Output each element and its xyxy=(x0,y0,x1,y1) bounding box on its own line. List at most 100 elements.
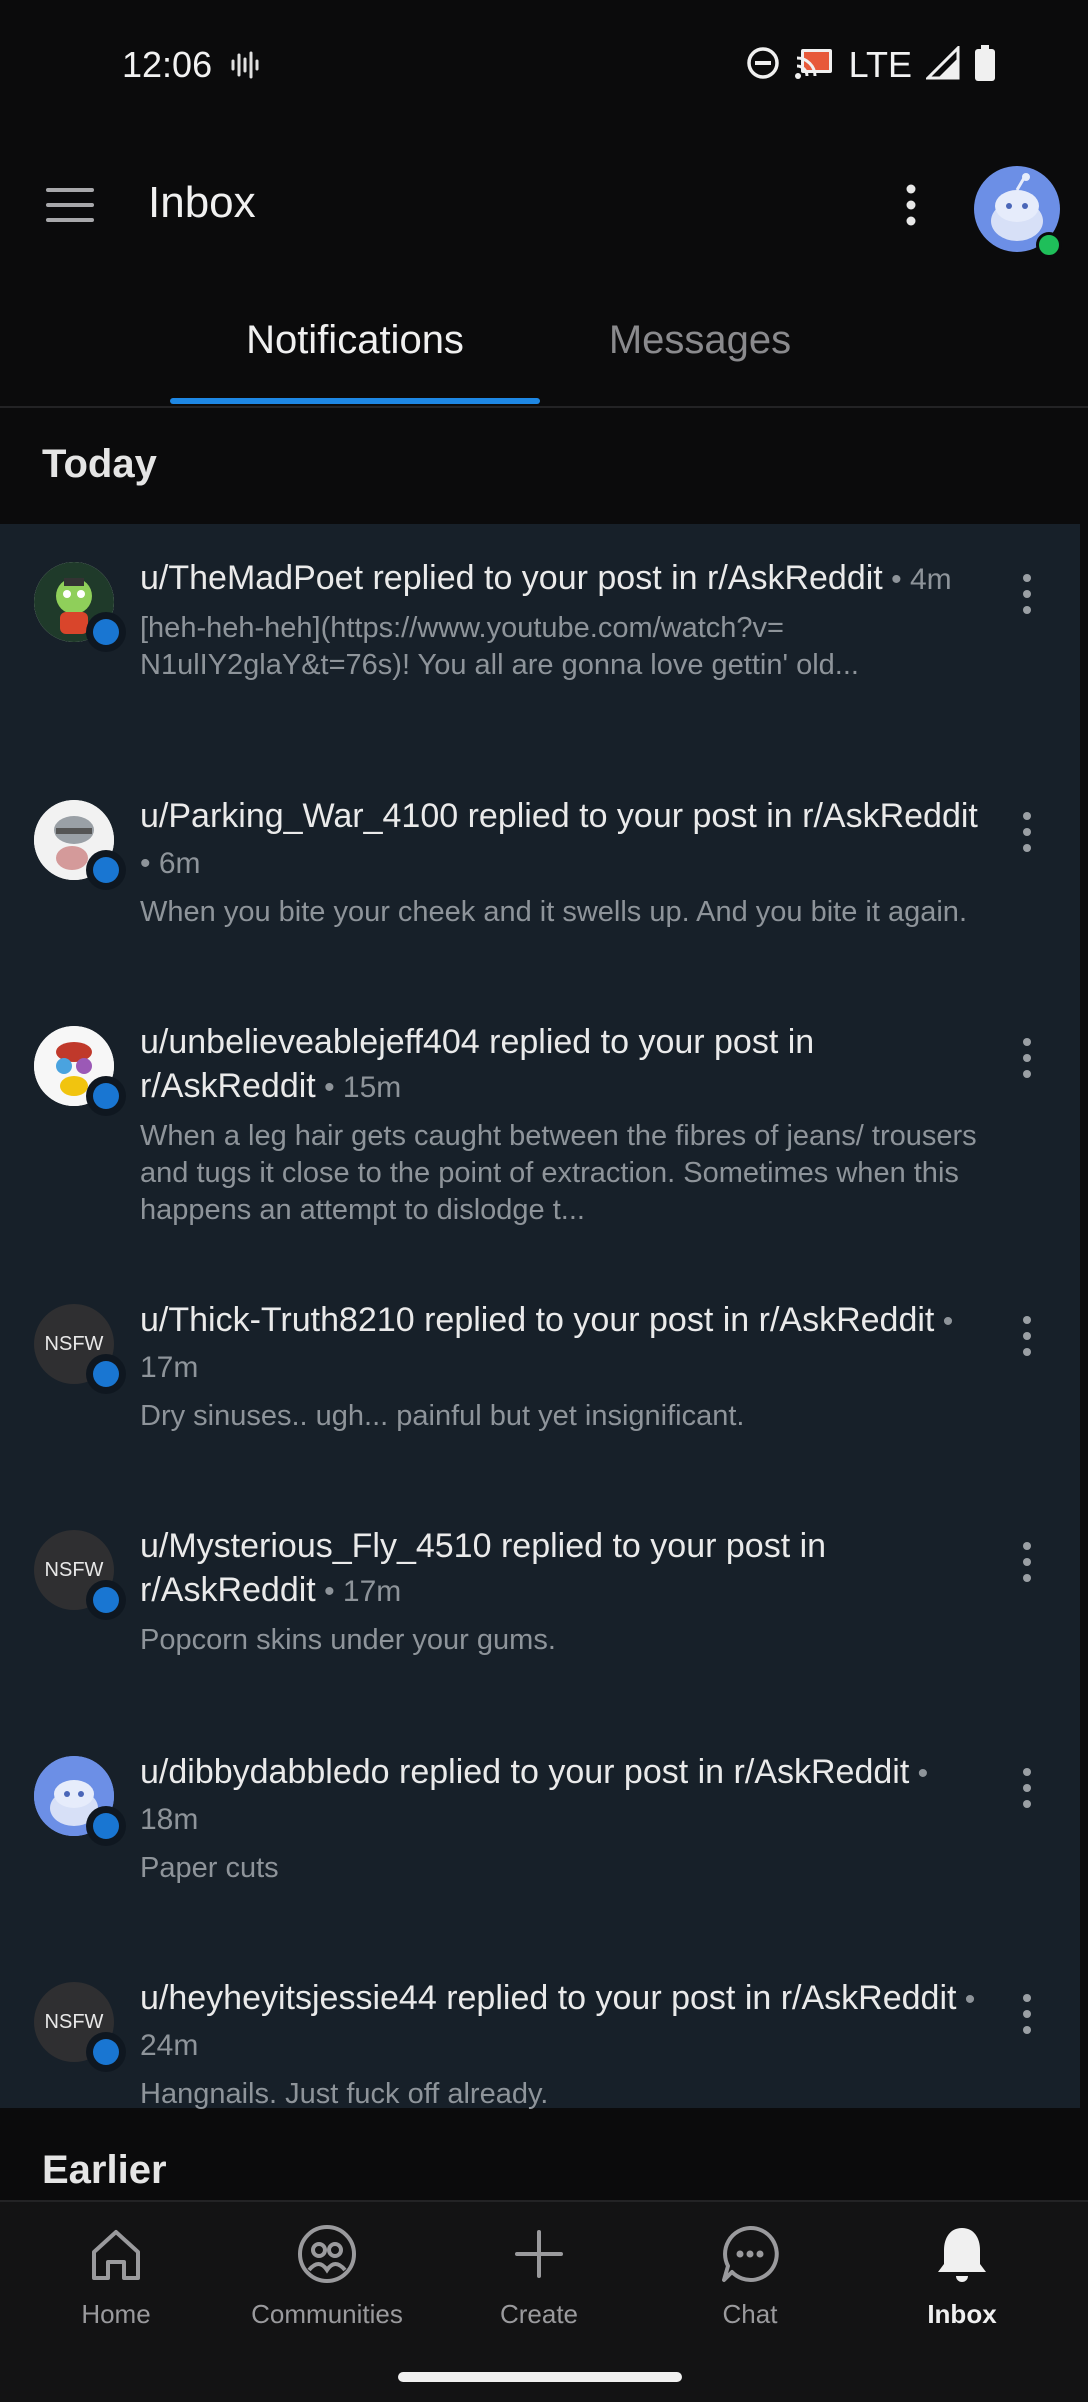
user-avatar[interactable] xyxy=(34,1026,126,1116)
gesture-home-indicator[interactable] xyxy=(398,2372,682,2382)
notification-snippet: Dry sinuses.. ugh... painful but yet ins… xyxy=(140,1400,745,1432)
nav-home[interactable]: Home xyxy=(26,2222,206,2330)
signal-icon xyxy=(924,43,960,85)
network-type: LTE xyxy=(848,44,912,85)
status-bar: 12:06 LTE xyxy=(0,0,1088,130)
app-bar: Inbox xyxy=(0,140,1088,270)
page-title: Inbox xyxy=(148,178,256,227)
reply-badge-icon xyxy=(86,1806,126,1846)
notification-user[interactable]: u/heyheyitsjessie44 xyxy=(140,1979,437,2017)
online-status-dot xyxy=(1036,232,1062,258)
notification-time: 6m xyxy=(158,847,201,880)
notification-user[interactable]: u/dibbydabbledo xyxy=(140,1753,390,1791)
nsfw-avatar[interactable]: NSFW xyxy=(34,1982,126,2072)
notification-snippet: When you bite your cheek and it swells u… xyxy=(140,896,967,928)
notification-snippet: Popcorn skins under your gums. xyxy=(140,1624,556,1656)
notification-subreddit[interactable]: r/AskReddit xyxy=(707,559,883,597)
status-time: 12:06 xyxy=(122,44,213,85)
menu-icon[interactable] xyxy=(40,180,100,230)
notification-user[interactable]: u/Mysterious_Fly_4510 xyxy=(140,1527,492,1565)
user-avatar[interactable] xyxy=(34,1756,126,1846)
notification-action: replied to your post in xyxy=(372,559,698,597)
tab-messages[interactable]: Messages xyxy=(540,318,860,363)
active-tab-indicator xyxy=(170,398,540,404)
item-options-icon[interactable] xyxy=(1012,1034,1042,1082)
notification-item[interactable]: u/dibbydabbledo replied to your post in … xyxy=(0,1718,1080,1944)
notification-user[interactable]: u/Parking_War_4100 xyxy=(140,797,458,835)
notification-user[interactable]: u/TheMadPoet xyxy=(140,559,363,597)
item-options-icon[interactable] xyxy=(1012,808,1042,856)
more-options-icon[interactable] xyxy=(890,180,932,230)
do-not-disturb-icon xyxy=(745,45,781,86)
section-header-today: Today xyxy=(0,406,1088,524)
section-header-earlier: Earlier xyxy=(0,2108,1088,2204)
notification-snippet: Paper cuts xyxy=(140,1852,279,1884)
nav-communities[interactable]: Communities xyxy=(237,2222,417,2330)
user-avatar[interactable] xyxy=(34,800,126,890)
notification-item[interactable]: u/Parking_War_4100 replied to your post … xyxy=(0,762,1080,988)
notification-time: 18m xyxy=(140,1803,199,1836)
plus-icon xyxy=(507,2230,571,2290)
notification-item[interactable]: NSFW u/Thick-Truth8210 replied to your p… xyxy=(0,1266,1080,1492)
nav-label: Inbox xyxy=(927,2299,997,2329)
notification-snippet: When a leg hair gets caught between the … xyxy=(140,1120,977,1226)
notification-user[interactable]: u/unbelieveablejeff404 xyxy=(140,1023,480,1061)
notification-subreddit[interactable]: r/AskReddit xyxy=(140,1067,316,1105)
nsfw-label: NSFW xyxy=(44,1558,104,1581)
item-options-icon[interactable] xyxy=(1012,1538,1042,1586)
nsfw-avatar[interactable]: NSFW xyxy=(34,1304,126,1394)
notification-time: 17m xyxy=(342,1575,402,1608)
nav-label: Create xyxy=(499,2299,579,2329)
nav-label: Home xyxy=(81,2299,151,2329)
item-options-icon[interactable] xyxy=(1012,1990,1042,2038)
notification-time: 4m xyxy=(909,563,952,596)
section-title-earlier: Earlier xyxy=(42,2148,167,2192)
inbox-tabs: Notifications Messages xyxy=(0,290,1088,408)
notification-item[interactable]: u/TheMadPoet replied to your post in r/A… xyxy=(0,524,1080,762)
notification-subreddit[interactable]: r/AskReddit xyxy=(734,1753,910,1791)
nsfw-avatar[interactable]: NSFW xyxy=(34,1530,126,1620)
notification-action: replied to your post in xyxy=(500,1527,827,1565)
notification-subreddit[interactable]: r/AskReddit xyxy=(759,1301,935,1339)
notification-time: 17m xyxy=(140,1351,199,1384)
nav-label: Chat xyxy=(722,2299,778,2329)
reply-badge-icon xyxy=(86,1354,126,1394)
reply-badge-icon xyxy=(86,2032,126,2072)
notification-item[interactable]: NSFW u/Mysterious_Fly_4510 replied to yo… xyxy=(0,1492,1080,1718)
battery-icon xyxy=(974,44,996,86)
voice-activity-icon xyxy=(228,48,262,87)
reply-badge-icon xyxy=(86,1076,126,1116)
user-avatar[interactable] xyxy=(34,562,126,652)
chat-icon xyxy=(718,2225,782,2290)
bell-icon xyxy=(930,2228,994,2290)
nav-create[interactable]: Create xyxy=(449,2222,629,2330)
notification-action: replied to your post in xyxy=(489,1023,815,1061)
notification-item[interactable]: u/unbelieveablejeff404 replied to your p… xyxy=(0,988,1080,1266)
nsfw-label: NSFW xyxy=(44,2010,104,2033)
home-icon xyxy=(84,2230,148,2290)
nsfw-label: NSFW xyxy=(44,1332,104,1355)
nav-chat[interactable]: Chat xyxy=(660,2222,840,2330)
notification-subreddit[interactable]: r/AskReddit xyxy=(140,1571,316,1609)
notification-snippet: [heh-heh-heh](https://www.youtube.com/wa… xyxy=(140,612,859,681)
notification-user[interactable]: u/Thick-Truth8210 xyxy=(140,1301,415,1339)
reply-badge-icon xyxy=(86,612,126,652)
reply-badge-icon xyxy=(86,1580,126,1620)
communities-icon xyxy=(295,2225,359,2290)
notification-action: replied to your post in xyxy=(399,1753,725,1791)
notification-action: replied to your post in xyxy=(424,1301,750,1339)
section-title-today: Today xyxy=(42,442,157,486)
nav-inbox[interactable]: Inbox xyxy=(872,2222,1052,2330)
tab-notifications[interactable]: Notifications xyxy=(170,318,540,363)
item-options-icon[interactable] xyxy=(1012,570,1042,618)
nav-label: Communities xyxy=(251,2299,403,2329)
notification-action: replied to your post in xyxy=(446,1979,772,2017)
item-options-icon[interactable] xyxy=(1012,1764,1042,1812)
reply-badge-icon xyxy=(86,850,126,890)
notification-time: 15m xyxy=(342,1071,402,1104)
notification-subreddit[interactable]: r/AskReddit xyxy=(802,797,978,835)
notification-time: 24m xyxy=(140,2029,199,2062)
notification-subreddit[interactable]: r/AskReddit xyxy=(781,1979,957,2017)
item-options-icon[interactable] xyxy=(1012,1312,1042,1360)
notification-list: u/TheMadPoet replied to your post in r/A… xyxy=(0,524,1080,2110)
